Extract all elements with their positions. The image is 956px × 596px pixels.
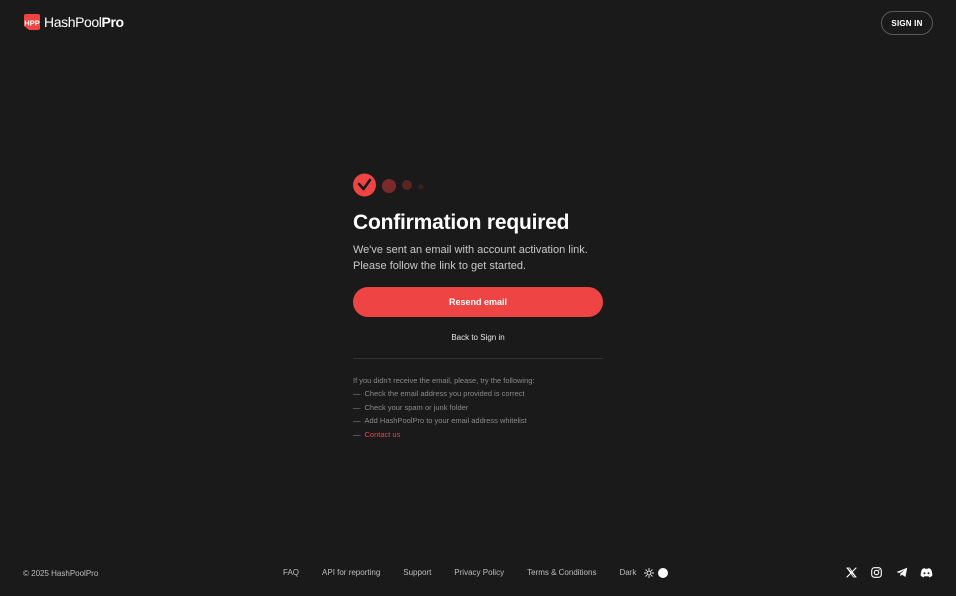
page-title: Confirmation required [353, 211, 570, 234]
dash: — [353, 402, 361, 412]
divider [353, 358, 603, 359]
help-item: — Check your spam or junk folder [353, 403, 603, 413]
help-item-text: Check the email address you provided is … [364, 389, 525, 398]
theme-label: Dark [619, 568, 637, 577]
contact-us-link[interactable]: Contact us [365, 430, 401, 440]
help-item-text: Check your spam or junk folder [364, 402, 469, 412]
sign-in-button[interactable]: SIGN IN [881, 11, 933, 35]
status-icons [353, 172, 603, 198]
telegram-icon[interactable] [895, 566, 908, 579]
logo-text-light: HashPool [44, 14, 102, 30]
footer-link-support[interactable]: Support [403, 567, 431, 579]
footer-link-api[interactable]: API for reporting [322, 567, 380, 579]
x-twitter-icon[interactable] [845, 566, 858, 579]
description-line-1: We've sent an email with account activat… [353, 244, 588, 256]
sun-icon [644, 568, 655, 578]
discord-icon[interactable] [920, 566, 933, 579]
dash: — [353, 389, 361, 398]
dash: — [353, 429, 361, 439]
footer-link-faq[interactable]: FAQ [283, 567, 299, 579]
confirmation-panel: Confirmation required We've sent an emai… [353, 172, 603, 443]
footer-link-privacy[interactable]: Privacy Policy [454, 567, 504, 579]
logo-mark-icon: HPP [24, 14, 40, 30]
help-item: — Add HashPoolPro to your email address w… [353, 416, 603, 426]
footer-nav: FAQ API for reporting Support Privacy Po… [283, 567, 669, 579]
description: We've sent an email with account activat… [353, 242, 603, 274]
help-list: — Check the email address you provided is… [353, 389, 603, 440]
help-intro: If you didn't receive the email, please,… [353, 376, 535, 385]
help-item-contact: — Contact us [353, 430, 603, 440]
check-circle-icon [353, 173, 424, 197]
copyright: © 2025 HashPoolPro [23, 569, 99, 578]
description-line-2: Please follow the link to get started. [353, 260, 527, 272]
toggle-knob [658, 568, 669, 578]
instagram-icon[interactable] [870, 566, 883, 579]
back-to-sign-in-link[interactable]: Back to Sign in [353, 332, 603, 344]
social-links [845, 566, 933, 579]
logo-text-bold: Pro [101, 14, 125, 30]
logo-mark-text: HPP [24, 19, 39, 28]
theme-switch[interactable]: Dark [619, 567, 669, 579]
theme-toggle[interactable] [644, 567, 669, 579]
help-item: — Check the email address you provided is… [353, 389, 603, 399]
logo[interactable]: HPP HashPoolPro [23, 13, 124, 31]
help-item-text: Add HashPoolPro to your email address wh… [364, 416, 527, 425]
logo-text: HashPoolPro [44, 14, 124, 30]
dash: — [353, 416, 361, 425]
resend-email-button[interactable]: Resend email [353, 287, 603, 317]
footer-link-terms[interactable]: Terms & Conditions [527, 567, 596, 579]
